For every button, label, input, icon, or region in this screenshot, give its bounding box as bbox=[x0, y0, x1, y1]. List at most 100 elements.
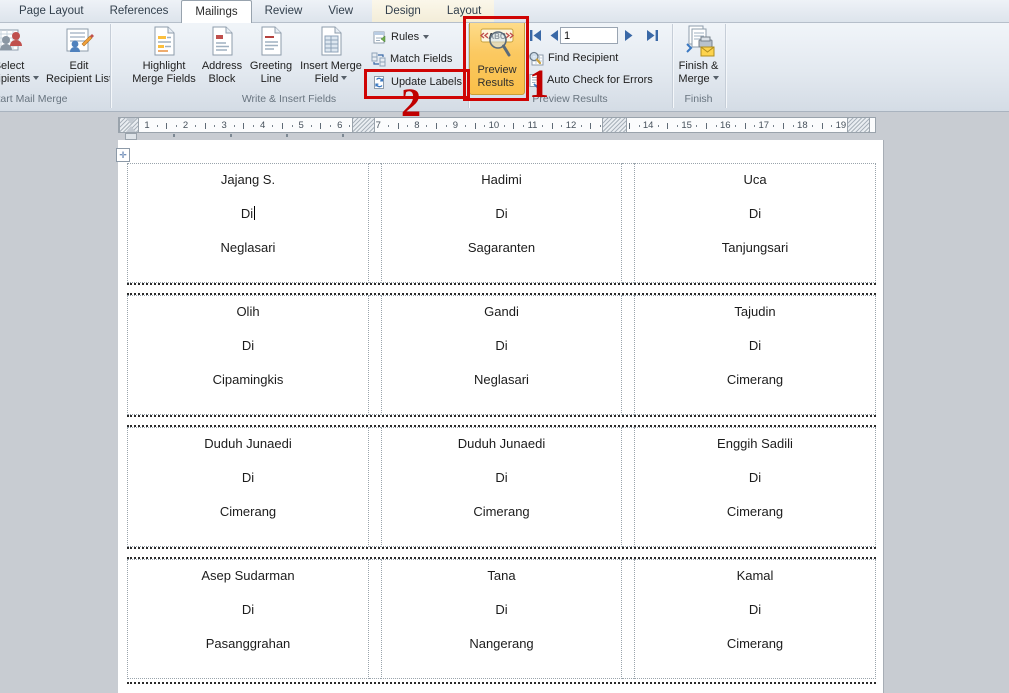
label-cell[interactable]: Duduh Junaedi Di Cimerang bbox=[127, 427, 369, 547]
merge-di: Di bbox=[241, 602, 255, 617]
merge-place: Cimerang bbox=[473, 504, 530, 519]
record-number-input[interactable] bbox=[560, 27, 618, 44]
ruler-tick bbox=[436, 123, 438, 129]
ruler-tick bbox=[330, 125, 332, 127]
label-cell[interactable]: Enggih Sadili Di Cimerang bbox=[634, 427, 876, 547]
ruler-tick bbox=[628, 123, 630, 129]
address-block-icon bbox=[206, 24, 238, 58]
ruler-tick bbox=[599, 125, 601, 127]
auto-check-errors-label: Auto Check for Errors bbox=[547, 74, 653, 86]
merge-place: Pasanggrahan bbox=[205, 636, 291, 651]
annotation-step-1: 1 bbox=[529, 61, 549, 106]
ruler-number: 19 bbox=[835, 120, 847, 131]
label-cell[interactable]: Jajang S. Di Neglasari bbox=[127, 163, 369, 283]
ruler-tick bbox=[551, 123, 553, 129]
label-cell[interactable]: Duduh Junaedi Di Cimerang bbox=[381, 427, 622, 547]
highlight-merge-fields-label: Highlight Merge Fields bbox=[132, 60, 196, 85]
ruler-tick bbox=[677, 125, 679, 127]
gap-cell bbox=[369, 427, 381, 547]
document-page[interactable]: Jajang S. Di Neglasari Hadimi Di Sagaran… bbox=[118, 140, 884, 693]
preview-results-button[interactable]: ABC Preview Results bbox=[469, 19, 525, 95]
greeting-line-label: Greeting Line bbox=[249, 60, 293, 85]
gap-cell bbox=[369, 163, 381, 283]
merge-di: Di bbox=[495, 602, 508, 617]
label-cell[interactable]: Asep Sudarman Di Pasanggrahan bbox=[127, 559, 369, 679]
label-row-spacer bbox=[127, 682, 876, 691]
ruler-column-hatch[interactable] bbox=[352, 118, 375, 132]
label-cell[interactable]: Kamal Di Cimerang bbox=[634, 559, 876, 679]
tab-mailings[interactable]: Mailings bbox=[181, 0, 252, 23]
merge-name: Uca bbox=[743, 172, 767, 187]
ruler-number: 10 bbox=[488, 120, 500, 131]
rules-button[interactable]: Rules bbox=[372, 28, 430, 46]
ruler-tick bbox=[590, 123, 592, 129]
tab-layout[interactable]: Layout bbox=[433, 0, 495, 22]
gap-cell bbox=[622, 295, 634, 415]
dropdown-arrow-icon bbox=[341, 75, 348, 80]
highlight-merge-fields-button[interactable]: Highlight Merge Fields bbox=[132, 24, 196, 92]
tab-page-layout[interactable]: Page Layout bbox=[6, 0, 97, 22]
word-window: Page Layout References Mailings Review V… bbox=[0, 0, 1009, 693]
insert-merge-field-label: Insert Merge Field bbox=[300, 60, 362, 85]
ruler-tick bbox=[503, 125, 505, 127]
ruler-column-hatch[interactable] bbox=[602, 118, 627, 132]
ruler-number: 15 bbox=[681, 120, 692, 131]
select-recipients-icon bbox=[0, 24, 26, 58]
group-label-finish: Finish bbox=[684, 93, 713, 105]
label-cell[interactable]: Uca Di Tanjungsari bbox=[634, 163, 876, 283]
merge-di: Di bbox=[241, 338, 255, 353]
label-row: Asep Sudarman Di Pasanggrahan Tana Di Na… bbox=[127, 559, 876, 679]
ruler-tick bbox=[387, 125, 389, 127]
next-record-button[interactable] bbox=[621, 28, 637, 43]
ruler-tick bbox=[513, 123, 515, 129]
ruler-number: 3 bbox=[221, 120, 227, 131]
greeting-line-button[interactable]: Greeting Line bbox=[247, 24, 295, 92]
ruler-tick bbox=[542, 125, 544, 127]
left-indent-marker[interactable] bbox=[125, 133, 137, 140]
tab-references[interactable]: References bbox=[97, 0, 182, 22]
label-cell[interactable]: Gandi Di Neglasari bbox=[381, 295, 622, 415]
address-block-button[interactable]: Address Block bbox=[198, 24, 246, 92]
ruler-number: 16 bbox=[719, 120, 731, 131]
insert-merge-field-button[interactable]: Insert Merge Field bbox=[296, 24, 366, 92]
ruler-tick bbox=[166, 123, 168, 129]
finish-merge-button[interactable]: Finish & Merge bbox=[672, 24, 725, 92]
ruler-column-hatch[interactable] bbox=[847, 118, 870, 132]
gap-cell bbox=[622, 559, 634, 679]
ruler-tick bbox=[320, 123, 322, 129]
ruler-number: 7 bbox=[375, 120, 381, 131]
select-recipients-button[interactable]: Select Recipients bbox=[0, 24, 40, 92]
tab-view[interactable]: View bbox=[315, 0, 366, 22]
ruler-tick bbox=[291, 125, 293, 127]
ruler-tick bbox=[561, 125, 563, 127]
dropdown-arrow-icon bbox=[423, 35, 430, 39]
edit-recipient-list-button[interactable]: Edit Recipient List bbox=[46, 24, 112, 92]
label-cell[interactable]: Hadimi Di Sagaranten bbox=[381, 163, 622, 283]
merge-name: Duduh Junaedi bbox=[204, 436, 292, 451]
label-cell[interactable]: Tana Di Nangerang bbox=[381, 559, 622, 679]
ruler-tick bbox=[522, 125, 524, 127]
ruler-tick bbox=[831, 125, 833, 127]
match-fields-button[interactable]: Match Fields bbox=[371, 50, 452, 68]
insert-merge-field-icon bbox=[315, 24, 347, 58]
ruler-tick bbox=[696, 125, 698, 127]
label-cell[interactable]: Tajudin Di Cimerang bbox=[634, 295, 876, 415]
table-move-handle-icon[interactable]: ✛ bbox=[116, 148, 130, 162]
ribbon: Select Recipients Edit Recipient List St… bbox=[0, 16, 1009, 123]
document-area: 12345678910111213141516171819 ✛ Jajang S… bbox=[0, 112, 1009, 693]
first-line-indent-marker[interactable] bbox=[126, 118, 136, 124]
horizontal-ruler[interactable]: 12345678910111213141516171819 bbox=[118, 117, 876, 133]
ruler-number: 6 bbox=[337, 120, 343, 131]
annotation-step-2: 2 bbox=[401, 80, 421, 125]
address-block-label: Address Block bbox=[201, 60, 243, 85]
hanging-indent-marker[interactable] bbox=[126, 126, 136, 132]
ruler-tick bbox=[705, 123, 707, 129]
tab-design[interactable]: Design bbox=[372, 0, 434, 22]
first-record-button[interactable] bbox=[527, 28, 543, 43]
last-record-button[interactable] bbox=[644, 28, 660, 43]
ruler-tick bbox=[792, 125, 794, 127]
tab-review[interactable]: Review bbox=[252, 0, 316, 22]
ruler-tick bbox=[667, 123, 669, 129]
merge-name: Gandi bbox=[484, 304, 519, 319]
label-cell[interactable]: Olih Di Cipamingkis bbox=[127, 295, 369, 415]
